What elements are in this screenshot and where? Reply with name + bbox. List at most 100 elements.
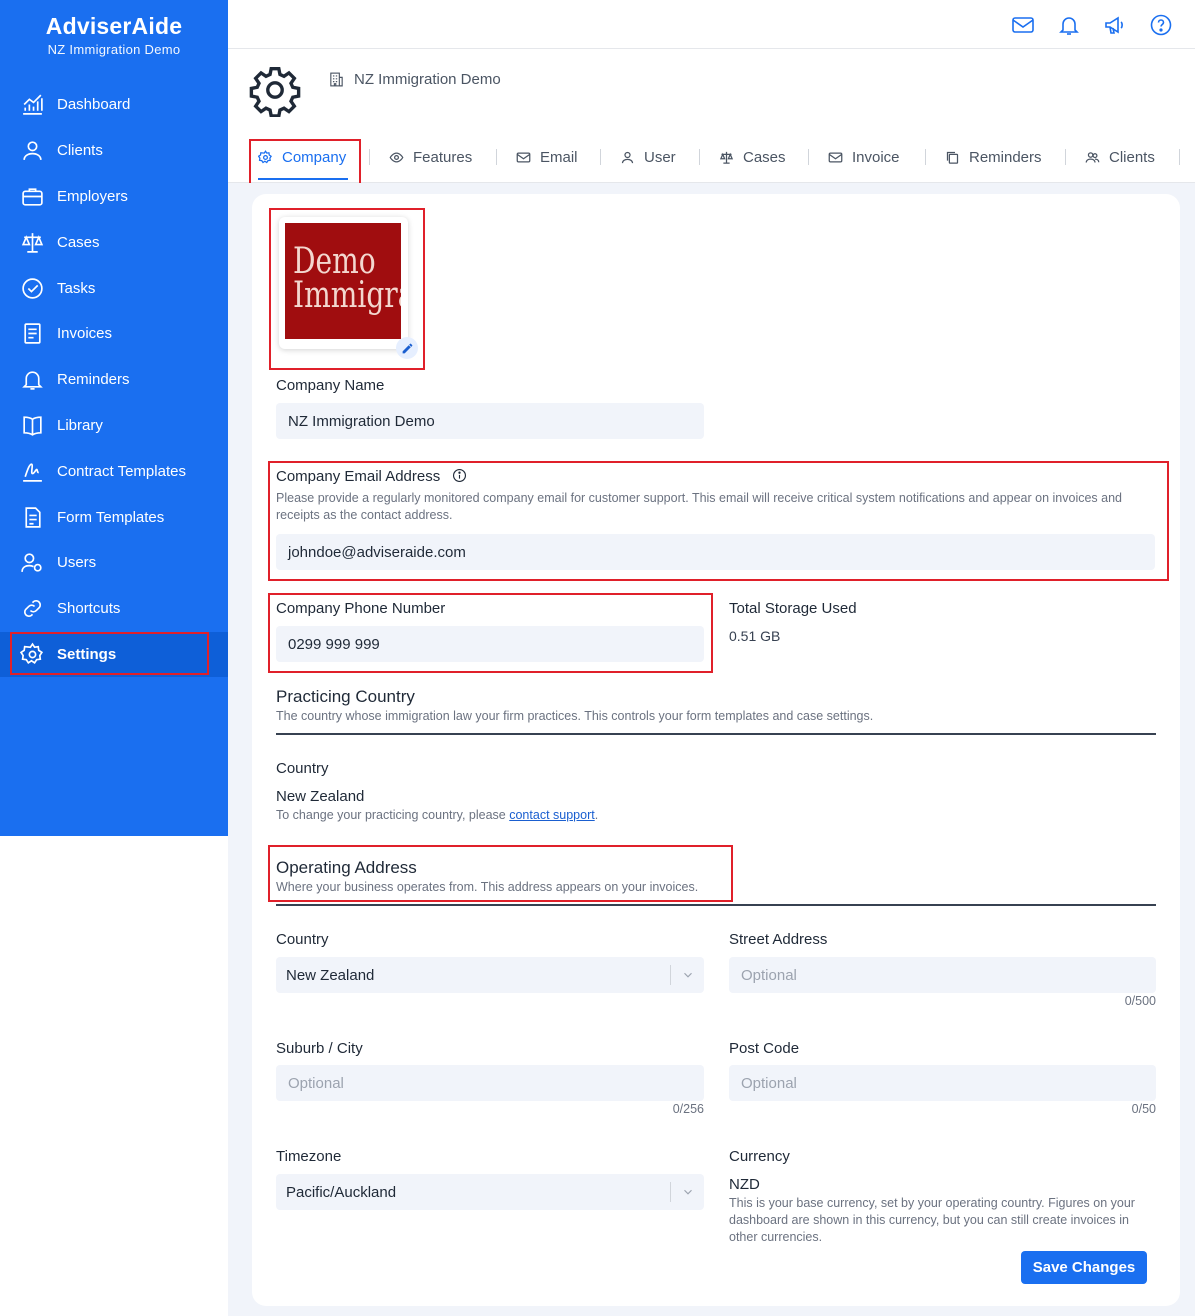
operating-address-help: Where your business operates from. This … <box>276 880 699 894</box>
chart-icon <box>23 94 43 116</box>
company-name-input[interactable]: NZ Immigration Demo <box>276 403 704 439</box>
practicing-country-help: The country whose immigration law your f… <box>276 709 874 723</box>
sidebar-item-shortcuts[interactable]: Shortcuts <box>0 586 228 632</box>
company-logo-image: Demo Immigrat <box>285 223 401 339</box>
organization-label: NZ Immigration Demo <box>328 71 501 88</box>
sidebar-item-contract-templates[interactable]: Contract Templates <box>0 448 228 494</box>
megaphone-icon[interactable] <box>1103 13 1127 37</box>
post-code-counter: 0/50 <box>1131 1102 1156 1116</box>
tab-divider <box>1179 149 1180 165</box>
sidebar-item-cases[interactable]: Cases <box>0 219 228 265</box>
sidebar-item-library[interactable]: Library <box>0 403 228 449</box>
brand-title: AdviserAide <box>45 13 183 39</box>
suburb-city-input[interactable]: Optional <box>276 1065 704 1101</box>
address-country-value: New Zealand <box>286 966 375 984</box>
sidebar-item-label: Dashboard <box>57 96 131 114</box>
eye-icon <box>389 151 404 163</box>
organization-name: NZ Immigration Demo <box>354 71 501 88</box>
top-icons <box>1011 13 1173 37</box>
chevron-down-icon[interactable] <box>670 1182 704 1202</box>
post-code-label: Post Code <box>729 1040 800 1057</box>
company-email-value: johndoe@adviseraide.com <box>288 543 466 561</box>
storage-value: 0.51 GB <box>729 628 781 644</box>
person-icon <box>23 141 42 161</box>
mail-icon[interactable] <box>1011 13 1035 37</box>
sidebar-item-label: Contract Templates <box>57 462 186 480</box>
sidebar-item-dashboard[interactable]: Dashboard <box>0 82 228 128</box>
company-email-help: Please provide a regularly monitored com… <box>276 491 1122 522</box>
sidebar-item-label: Form Templates <box>57 508 165 526</box>
mail-icon <box>828 152 843 162</box>
company-email-label-text: Company Email Address <box>276 468 441 485</box>
sidebar: AdviserAide NZ Immigration Demo Dashboar… <box>0 0 228 836</box>
tab-divider <box>808 149 809 165</box>
briefcase-icon <box>22 188 43 206</box>
section-divider <box>276 904 1156 906</box>
company-email-input[interactable]: johndoe@adviseraide.com <box>276 534 1155 570</box>
post-code-input[interactable]: Optional <box>729 1065 1156 1101</box>
street-address-counter: 0/500 <box>1124 994 1156 1008</box>
invoice-icon <box>24 323 41 345</box>
tab-label: Clients <box>1109 148 1155 166</box>
sidebar-item-reminders[interactable]: Reminders <box>0 357 228 403</box>
active-tab-indicator <box>258 178 348 180</box>
sidebar-item-tasks[interactable]: Tasks <box>0 265 228 311</box>
contact-support-link[interactable]: contact support <box>509 808 594 822</box>
tab-divider <box>699 149 700 165</box>
sidebar-item-clients[interactable]: Clients <box>0 128 228 174</box>
tab-label: Invoice <box>852 148 900 166</box>
tab-divider <box>600 149 601 165</box>
book-icon <box>23 416 42 436</box>
tab-email[interactable]: Email <box>516 133 578 181</box>
suburb-city-placeholder: Optional <box>288 1074 344 1092</box>
top-bar <box>228 0 1195 49</box>
sidebar-item-employers[interactable]: Employers <box>0 174 228 220</box>
suburb-city-label: Suburb / City <box>276 1040 363 1057</box>
sidebar-item-invoices[interactable]: Invoices <box>0 311 228 357</box>
chevron-down-icon[interactable] <box>670 965 704 985</box>
street-address-input[interactable]: Optional <box>729 957 1156 993</box>
sidebar-item-label: Settings <box>57 645 117 663</box>
person-icon <box>621 151 634 163</box>
tab-features[interactable]: Features <box>389 133 472 181</box>
operating-address-title: Operating Address <box>276 858 417 877</box>
tab-company[interactable]: Company <box>258 133 346 181</box>
address-country-select[interactable]: New Zealand <box>276 957 704 993</box>
storage-label: Total Storage Used <box>729 600 857 617</box>
tab-reminders[interactable]: Reminders <box>945 133 1042 181</box>
sidebar-item-settings[interactable]: Settings <box>0 631 228 678</box>
gear-icon <box>20 642 44 664</box>
link-icon <box>23 600 42 618</box>
tab-label: Email <box>540 148 578 166</box>
company-phone-input[interactable]: 0299 999 999 <box>276 626 704 662</box>
company-phone-value: 0299 999 999 <box>288 635 380 653</box>
tab-invoice[interactable]: Invoice <box>828 133 900 181</box>
help-icon[interactable] <box>1149 13 1173 37</box>
tab-user[interactable]: User <box>620 133 676 181</box>
tab-clients[interactable]: Clients <box>1085 133 1155 181</box>
sidebar-item-label: Library <box>57 416 103 434</box>
sidebar-item-label: Tasks <box>57 279 96 297</box>
sidebar-item-label: Shortcuts <box>57 600 121 618</box>
settings-gear-icon <box>249 66 301 117</box>
check-circle-icon <box>22 277 43 299</box>
edit-logo-button[interactable] <box>396 337 418 359</box>
company-name-value: NZ Immigration Demo <box>288 412 435 430</box>
sidebar-item-users[interactable]: Users <box>0 540 228 586</box>
bell-icon[interactable] <box>1057 13 1081 37</box>
tab-cases[interactable]: Cases <box>719 133 786 181</box>
tab-divider <box>496 149 497 165</box>
timezone-select[interactable]: Pacific/Auckland <box>276 1174 704 1210</box>
currency-help: This is your base currency, set by your … <box>729 1196 1135 1244</box>
section-divider <box>276 733 1156 735</box>
timezone-value: Pacific/Auckland <box>286 1183 397 1201</box>
company-phone-label: Company Phone Number <box>276 600 446 617</box>
company-settings-card <box>252 194 1180 1306</box>
change-country-text: To change your practicing country, pleas… <box>276 808 510 822</box>
company-email-label: Company Email Address <box>276 468 467 485</box>
currency-value: NZD <box>729 1176 760 1193</box>
sidebar-item-form-templates[interactable]: Form Templates <box>0 494 228 540</box>
save-changes-button[interactable]: Save Changes <box>1021 1251 1147 1284</box>
info-icon[interactable] <box>452 468 467 483</box>
signature-icon <box>23 463 42 482</box>
